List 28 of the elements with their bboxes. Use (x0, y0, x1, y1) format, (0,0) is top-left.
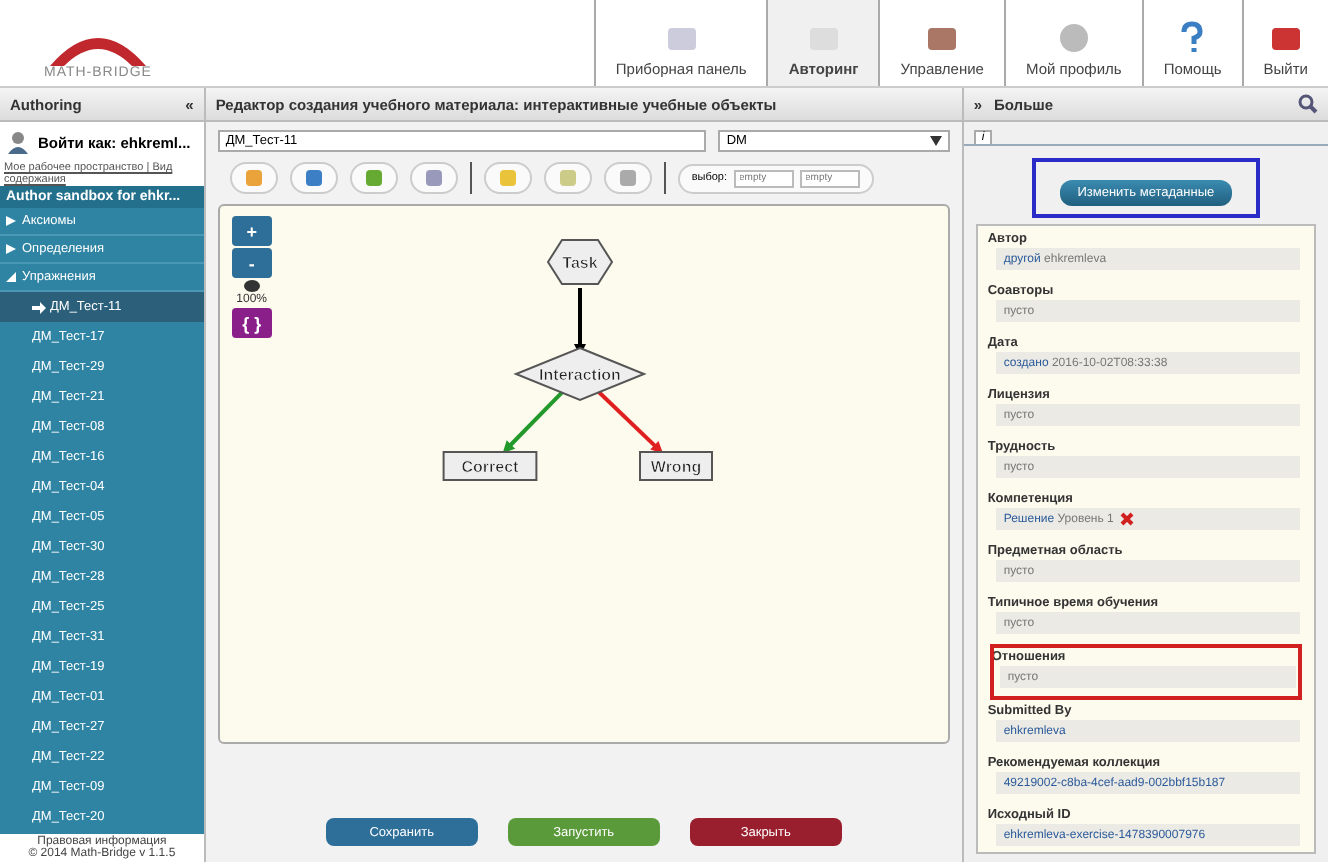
toolbar-button[interactable] (409, 162, 458, 194)
dropdown-caret-icon (929, 136, 942, 146)
tool-icon (363, 168, 384, 188)
zoom-in-button[interactable]: + (231, 216, 272, 246)
toolbar-button[interactable] (483, 162, 532, 194)
tool-icon (303, 168, 324, 188)
toolbar-button[interactable] (349, 162, 398, 194)
search-icon[interactable] (1298, 94, 1318, 114)
tool-icon (557, 168, 578, 188)
toolbar-button[interactable] (603, 162, 652, 194)
tool-icon (617, 168, 638, 188)
braces-button[interactable]: { } (231, 308, 272, 338)
collapsed-triangle-icon (6, 244, 16, 254)
pointer-arrow-icon (32, 301, 46, 313)
graph-node[interactable]: Wrong (638, 451, 713, 481)
remove-icon[interactable] (1119, 512, 1134, 526)
graph-node[interactable]: Task (546, 239, 613, 285)
tool-icon (243, 168, 264, 188)
tool-icon (497, 168, 518, 188)
tool-icon (423, 168, 444, 188)
zoom-out-button[interactable]: - (231, 248, 272, 278)
graph-node[interactable]: Interaction (513, 346, 647, 402)
expanded-triangle-icon (6, 272, 16, 282)
user-avatar-icon (6, 130, 30, 154)
toolbar-button[interactable] (229, 162, 278, 194)
toolbar-button[interactable] (289, 162, 338, 194)
graph-node[interactable]: Correct (442, 451, 538, 481)
collapsed-triangle-icon (6, 216, 16, 226)
